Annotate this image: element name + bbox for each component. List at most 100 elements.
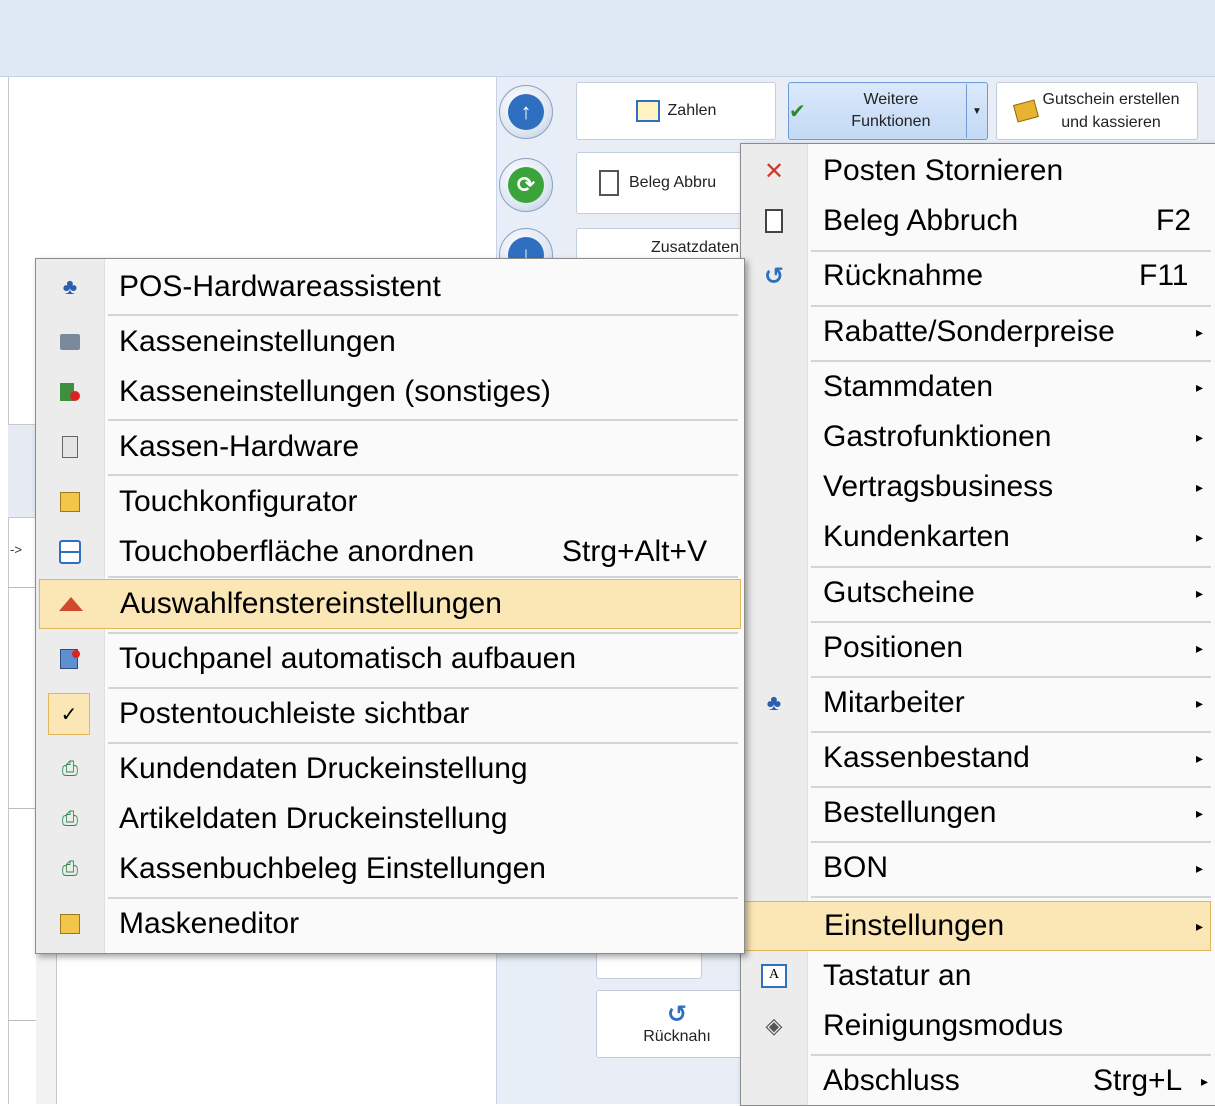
menu-item-beleg-abbruch[interactable]: Beleg Abbruch F2 — [741, 197, 1211, 245]
document-icon — [599, 170, 619, 196]
settings-item-auswahlfenstereinstellungen[interactable]: Auswahlfenstereinstellungen — [39, 579, 741, 629]
menu-item-gutscheine[interactable]: Gutscheine ▸ — [741, 569, 1211, 617]
settings-item-kassenbuchbeleg[interactable]: ⎙ Kassenbuchbeleg Einstellungen — [36, 845, 740, 893]
settings-item-pos-hardwareassistent[interactable]: ♣ POS-Hardwareassistent — [36, 263, 740, 311]
settings-item-touchpanel-automatisch[interactable]: Touchpanel automatisch aufbauen — [36, 635, 740, 683]
menu-item-rabatte[interactable]: Rabatte/Sonderpreise ▸ — [741, 308, 1211, 356]
menu-item-abschluss[interactable]: Abschluss Strg+L ▸ — [741, 1057, 1211, 1105]
hardware-icon — [50, 427, 90, 467]
settings-item-kassen-hardware[interactable]: Kassen-Hardware — [36, 423, 740, 471]
submenu-arrow-icon: ▸ — [1196, 804, 1204, 821]
menu-item-label: Tastatur an — [823, 959, 972, 992]
submenu-arrow-icon: ▸ — [1196, 749, 1204, 766]
settings-item-kasseneinstellungen[interactable]: Kasseneinstellungen — [36, 318, 740, 366]
menu-item-label: Stammdaten — [823, 370, 994, 403]
menu-item-label: Rabatte/Sonderpreise — [823, 315, 1115, 348]
settings-item-touchoberflaeche-anordnen[interactable]: Touchoberfläche anordnen Strg+Alt+V — [36, 528, 740, 576]
menu-item-shortcut: Strg+Alt+V — [562, 535, 708, 568]
menu-item-bestellungen[interactable]: Bestellungen ▸ — [741, 789, 1211, 837]
gutschein-label-line2: und kassieren — [1061, 114, 1161, 131]
chart-window-icon — [51, 584, 91, 624]
print-settings-icon: ⎙ — [62, 857, 78, 880]
menu-separator — [811, 566, 1211, 568]
arrow-up-icon: ↑ — [508, 94, 544, 130]
weitere-label-line1: Weitere — [863, 91, 919, 108]
keyboard-icon: A — [754, 956, 794, 996]
menu-item-kassenbestand[interactable]: Kassenbestand ▸ — [741, 734, 1211, 782]
weitere-funktionen-button[interactable]: ✔ Weitere Funktionen ▼ — [788, 82, 988, 140]
menu-separator — [811, 841, 1211, 843]
menu-item-einstellungen[interactable]: Einstellungen ▸ — [743, 901, 1211, 951]
menu-item-label: Gutscheine — [823, 576, 975, 609]
menu-item-label: Bestellungen — [823, 796, 997, 829]
touch-config-icon — [50, 904, 90, 944]
settings-item-postentouchleiste[interactable]: ✓ Postentouchleiste sichtbar — [36, 690, 740, 738]
menu-item-label: Kundenkarten — [823, 520, 1010, 553]
voucher-icon — [1012, 99, 1039, 123]
menu-item-kundenkarten[interactable]: Kundenkarten ▸ — [741, 513, 1211, 561]
submenu-arrow-icon: ▸ — [1196, 694, 1204, 711]
cross-icon: ✕ — [763, 157, 785, 185]
dropdown-arrow-icon[interactable]: ▼ — [966, 84, 987, 138]
print-settings-icon: ⎙ — [62, 757, 78, 780]
menu-item-label: Positionen — [823, 631, 964, 664]
menu-item-reinigungsmodus[interactable]: ◈ Reinigungsmodus — [741, 1002, 1211, 1050]
menu-item-label: Artikeldaten Druckeinstellung — [119, 802, 508, 835]
arrange-icon — [50, 532, 90, 572]
zusatzdaten-label: Zusatzdaten — [650, 239, 740, 256]
panel-arrow-text: -> — [10, 542, 22, 557]
menu-item-label: Mitarbeiter — [823, 686, 965, 719]
menu-item-shortcut: Strg+L — [1093, 1064, 1183, 1097]
menu-item-stammdaten[interactable]: Stammdaten ▸ — [741, 363, 1211, 411]
functions-icon: ✔ — [789, 100, 806, 123]
menu-separator — [108, 742, 738, 744]
settings-item-maskeneditor[interactable]: Maskeneditor — [36, 900, 740, 948]
users-icon: ♣ — [62, 274, 78, 299]
refresh-icon: ⟳ — [508, 167, 544, 203]
menu-item-label: BON — [823, 851, 889, 884]
menu-item-mitarbeiter[interactable]: ♣ Mitarbeiter ▸ — [741, 679, 1211, 727]
menu-item-shortcut: F2 — [1156, 204, 1192, 237]
menu-item-ruecknahme[interactable]: ↺ Rücknahme F11 — [741, 252, 1211, 300]
menu-item-label: Einstellungen — [824, 909, 1005, 942]
submenu-arrow-icon: ▸ — [1196, 639, 1204, 656]
menu-item-label: Kassenbuchbeleg Einstellungen — [119, 852, 546, 885]
menu-item-vertragsbusiness[interactable]: Vertragsbusiness ▸ — [741, 463, 1211, 511]
document-icon — [754, 201, 794, 241]
paint-bucket-icon: ◈ — [765, 1013, 783, 1038]
ruecknahme-label: Rücknahı — [643, 1028, 711, 1045]
menu-item-posten-stornieren[interactable]: ✕ Posten Stornieren — [741, 147, 1211, 195]
menu-item-label: Maskeneditor — [119, 907, 300, 940]
ruecknahme-button[interactable]: ↺ Rücknahı — [596, 990, 758, 1058]
menu-item-positionen[interactable]: Positionen ▸ — [741, 624, 1211, 672]
menu-separator — [108, 314, 738, 316]
menu-separator — [811, 676, 1211, 678]
menu-item-label: Touchpanel automatisch aufbauen — [119, 642, 577, 675]
menu-item-bon[interactable]: BON ▸ — [741, 844, 1211, 892]
scroll-up-button[interactable]: ↑ — [499, 85, 553, 139]
menu-item-gastrofunktionen[interactable]: Gastrofunktionen ▸ — [741, 413, 1211, 461]
menu-separator — [108, 687, 738, 689]
refresh-button[interactable]: ⟳ — [499, 158, 553, 212]
menu-separator — [108, 632, 738, 634]
touch-config-icon — [50, 482, 90, 522]
title-bar — [0, 0, 1215, 77]
menu-item-label: Touchoberfläche anordnen — [119, 535, 475, 568]
menu-item-label: Reinigungsmodus — [823, 1009, 1064, 1042]
gutschein-button[interactable]: Gutschein erstellen und kassieren — [996, 82, 1198, 140]
settings-item-kundendaten-druck[interactable]: ⎙ Kundendaten Druckeinstellung — [36, 745, 740, 793]
settings-item-touchkonfigurator[interactable]: Touchkonfigurator — [36, 478, 740, 526]
zahlen-button[interactable]: Zahlen — [576, 82, 776, 140]
submenu-arrow-icon: ▸ — [1196, 478, 1204, 495]
menu-item-label: Beleg Abbruch — [823, 204, 1019, 237]
settings-item-artikeldaten-druck[interactable]: ⎙ Artikeldaten Druckeinstellung — [36, 795, 740, 843]
menu-item-label: Rücknahme — [823, 259, 984, 292]
divider — [8, 808, 38, 809]
divider — [8, 1020, 38, 1021]
menu-item-tastatur-an[interactable]: A Tastatur an — [741, 952, 1211, 1000]
submenu-arrow-icon: ▸ — [1196, 859, 1204, 876]
settings-item-kasseneinstellungen-sonstiges[interactable]: Kasseneinstellungen (sonstiges) — [36, 368, 740, 416]
submenu-arrow-icon: ▸ — [1196, 378, 1204, 395]
menu-separator — [811, 786, 1211, 788]
submenu-arrow-icon: ▸ — [1196, 528, 1204, 545]
